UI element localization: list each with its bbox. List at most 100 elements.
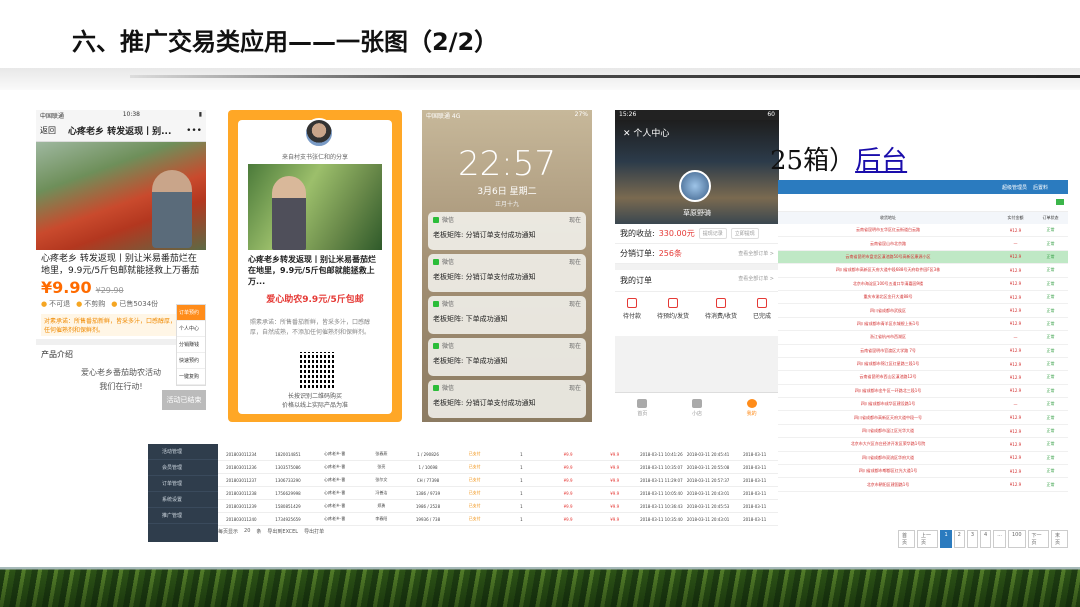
table-row[interactable]: 201803011237 1306733290 心疼老乡·番 张尔文 CH / 7739…	[218, 474, 778, 487]
table-row[interactable]: 云南省昆明市盘龙区滇池路50号高新区康源小区 ¥12.9 正常	[778, 250, 1068, 265]
qr-code-icon[interactable]	[300, 352, 336, 388]
table-row[interactable]: 201803011239 1580851429 心疼老乡·番 郑勇 1986 / 252…	[218, 500, 778, 513]
withdraw-button[interactable]: 立即提现	[730, 228, 759, 239]
menu-item-profile[interactable]: 个人中心	[177, 321, 205, 337]
cell-amount: ¥12.9	[1009, 468, 1022, 474]
page-button[interactable]: 3	[966, 530, 979, 548]
notification[interactable]: 微信 现在 老板矩阵: 分销订单支付成功通知	[428, 380, 586, 418]
table-row[interactable]: 四川省成都市成华区建设路1号 — 正常	[778, 398, 1068, 412]
search-button[interactable]	[1056, 199, 1064, 205]
table-row[interactable]: 四川省成都市郫都区红光大道1号 ¥12.9 正常	[778, 465, 1068, 479]
floating-menu: 订单预约 个人中心 分销赚钱 快速预约 一键复购	[176, 304, 206, 386]
table-row[interactable]: 四川省成都市双流区华府大道 ¥12.9 正常	[778, 452, 1068, 466]
table-row[interactable]: 云南省昆明市官渡区大学路 7号 ¥12.9 正常	[778, 345, 1068, 358]
page-button[interactable]: ...	[993, 530, 1006, 548]
sidebar-item[interactable]: 系统设置	[148, 492, 218, 508]
table-row[interactable]: 四川省成都市金牛区一环路北三段1号 ¥12.9 正常	[778, 385, 1068, 399]
table-row[interactable]: 四川省成都市青羊区东城根上街1号 ¥12.9 正常	[778, 318, 1068, 332]
more-button[interactable]: •••	[186, 126, 202, 136]
poster-offer: 爱心助农9.9元/5斤包邮	[266, 295, 364, 305]
notification[interactable]: 微信 现在 老板矩阵: 分销订单支付成功通知	[428, 212, 586, 250]
back-button[interactable]: 返回	[40, 125, 68, 136]
cell-status: 正常	[1046, 240, 1055, 246]
cell-amount: —	[1013, 241, 1018, 247]
table-row[interactable]: 重庆市渝北区金开大道88号 ¥12.9 正常	[778, 291, 1068, 305]
page-button[interactable]: 2	[953, 530, 965, 548]
menu-item-quick[interactable]: 快速预约	[177, 353, 205, 369]
table-cell: 李春阳	[375, 516, 388, 521]
page-button[interactable]: 上一页	[916, 530, 939, 548]
table-row[interactable]: 201803011236 1303575086 心疼老乡·番 张亮 1 / 10698 已…	[218, 461, 778, 474]
tab-mine[interactable]: 我的	[746, 398, 757, 417]
cell-address: 北京市海淀区100号五道口华清嘉园9楼	[852, 280, 924, 286]
cell-amount: ¥12.9	[1009, 441, 1022, 447]
settings-label[interactable]: 后置料	[1033, 184, 1048, 191]
footer-item[interactable]: 导出打单	[304, 528, 324, 535]
notification[interactable]: 微信 现在 老板矩阵: 分销订单支付成功通知	[428, 254, 586, 292]
footer-item[interactable]: 每页显示	[218, 528, 238, 535]
table-row[interactable]: 北京市大兴区亦庄经济开发区荣华路1号院 ¥12.9 正常	[778, 438, 1068, 452]
my-orders-title: 我的订单	[620, 276, 652, 285]
table-row[interactable]: 浙江省杭州市西湖区 — 正常	[778, 331, 1068, 345]
page-button[interactable]: 100	[1007, 530, 1026, 548]
table-row[interactable]: 四川省成都市武侯区 ¥12.9 正常	[778, 304, 1068, 318]
table-row[interactable]: 201803011238 1756629998 心疼老乡·番 冯善洁 1386 / 97…	[218, 487, 778, 500]
table-row[interactable]: 四川省成都市温江区光华大道 ¥12.9 正常	[778, 425, 1068, 439]
page-button[interactable]: 末页	[1051, 530, 1068, 548]
backend-link[interactable]: 后台	[855, 146, 907, 176]
my-orders-link[interactable]: 查看全部订单 >	[738, 275, 774, 286]
sidebar-item[interactable]: 活动管理	[148, 444, 218, 460]
footer-item[interactable]: 20	[244, 528, 250, 535]
table-cell: 郑勇	[377, 503, 386, 508]
page-button[interactable]: 下一页	[1027, 530, 1049, 548]
page-button[interactable]: 1	[940, 530, 952, 548]
notification[interactable]: 微信 现在 老板矩阵: 下单成功通知	[428, 296, 586, 334]
table-row[interactable]: 北京市朝阳区建国路1号 ¥12.9 正常	[778, 478, 1068, 492]
table-cell: 2018-03-11 20:57:37	[686, 477, 730, 483]
lock-time: 22:57	[458, 144, 556, 184]
menu-item-order[interactable]: 订单预约	[177, 305, 205, 321]
tab-home[interactable]: 首页	[637, 398, 647, 417]
table-cell: 2018-03-11	[743, 503, 767, 509]
completed-icon[interactable]: 已完成	[753, 298, 771, 320]
table-row[interactable]: 201803011234 1820014851 心疼老乡·番 张春燕 1 / 29082…	[218, 448, 778, 461]
notification[interactable]: 微信 现在 老板矩阵: 下单成功通知	[428, 338, 586, 376]
page-button[interactable]: 首页	[898, 530, 915, 548]
table-row[interactable]: 北京市海淀区100号五道口华清嘉园9楼 ¥12.9 正常	[778, 278, 1068, 291]
table-cell: 1 / 10698	[418, 464, 438, 470]
pending-payment-icon[interactable]: 待付款	[623, 298, 641, 320]
tag-no-cut: 不剪购	[76, 299, 105, 309]
table-row[interactable]: 云南省昆明市西山区滇池路12号 ¥12.9 正常	[778, 371, 1068, 385]
table-row[interactable]: 云南省昆山市北京路 — 正常	[778, 237, 1068, 251]
title-divider	[130, 75, 1080, 78]
table-row[interactable]: 四川省成都市高新区天府大道中段688号天府软件园F区3栋 ¥12.9 正常	[778, 264, 1068, 278]
pending-delivery-icon[interactable]: 待预约/发货	[657, 298, 689, 320]
table-row[interactable]: 201803011240 1734925659 心疼老乡·番 李春阳 19936 / 7…	[218, 513, 778, 526]
table-body: 云南省昆明市五华区红云街道白云路 ¥12.9 正常 云南省昆山市北京路 — 正常 云南省昆明…	[778, 224, 1068, 492]
wechat-icon: 微信	[433, 383, 581, 392]
menu-item-rebuy[interactable]: 一键复购	[177, 369, 205, 385]
table-row[interactable]: 四川省成都市锦江区红星路三段1号 ¥12.9 正常	[778, 358, 1068, 372]
status-time: 15:26	[619, 111, 637, 118]
nav-title: 心疼老乡 转发返现丨别...	[68, 127, 172, 137]
orders-link[interactable]: 查看全部订单 >	[738, 250, 774, 257]
cell-amount: ¥12.9	[1009, 361, 1022, 367]
orders-row[interactable]: 分销订单: 256条 查看全部订单 >	[615, 244, 779, 264]
cell-amount: —	[1013, 401, 1018, 407]
withdraw-history-button[interactable]: 提现记录	[698, 228, 727, 239]
table-row[interactable]: 四川省成都市高新区天府大道中段一号 ¥12.9 正常	[778, 411, 1068, 425]
pending-receipt-icon[interactable]: 待消费/收货	[705, 298, 737, 320]
activity-ended-button[interactable]: 活动已结束	[162, 390, 206, 410]
sidebar-item[interactable]: 订单管理	[148, 476, 218, 492]
tab-shop[interactable]: 小店	[691, 398, 702, 417]
tag-sold: 已售5034份	[111, 299, 158, 309]
sidebar-item[interactable]: 会员管理	[148, 460, 218, 476]
sidebar-item[interactable]: 推广管理	[148, 508, 218, 524]
page-button[interactable]: 4	[980, 530, 992, 548]
close-icon[interactable]: ✕	[623, 129, 633, 139]
menu-item-distribute[interactable]: 分销赚钱	[177, 337, 205, 353]
admin-label[interactable]: 超级管理员	[1002, 184, 1027, 191]
table-row[interactable]: 云南省昆明市五华区红云街道白云路 ¥12.9 正常	[778, 224, 1068, 238]
footer-item[interactable]: 条	[256, 528, 261, 535]
footer-item[interactable]: 导出到EXCEL	[267, 528, 298, 535]
